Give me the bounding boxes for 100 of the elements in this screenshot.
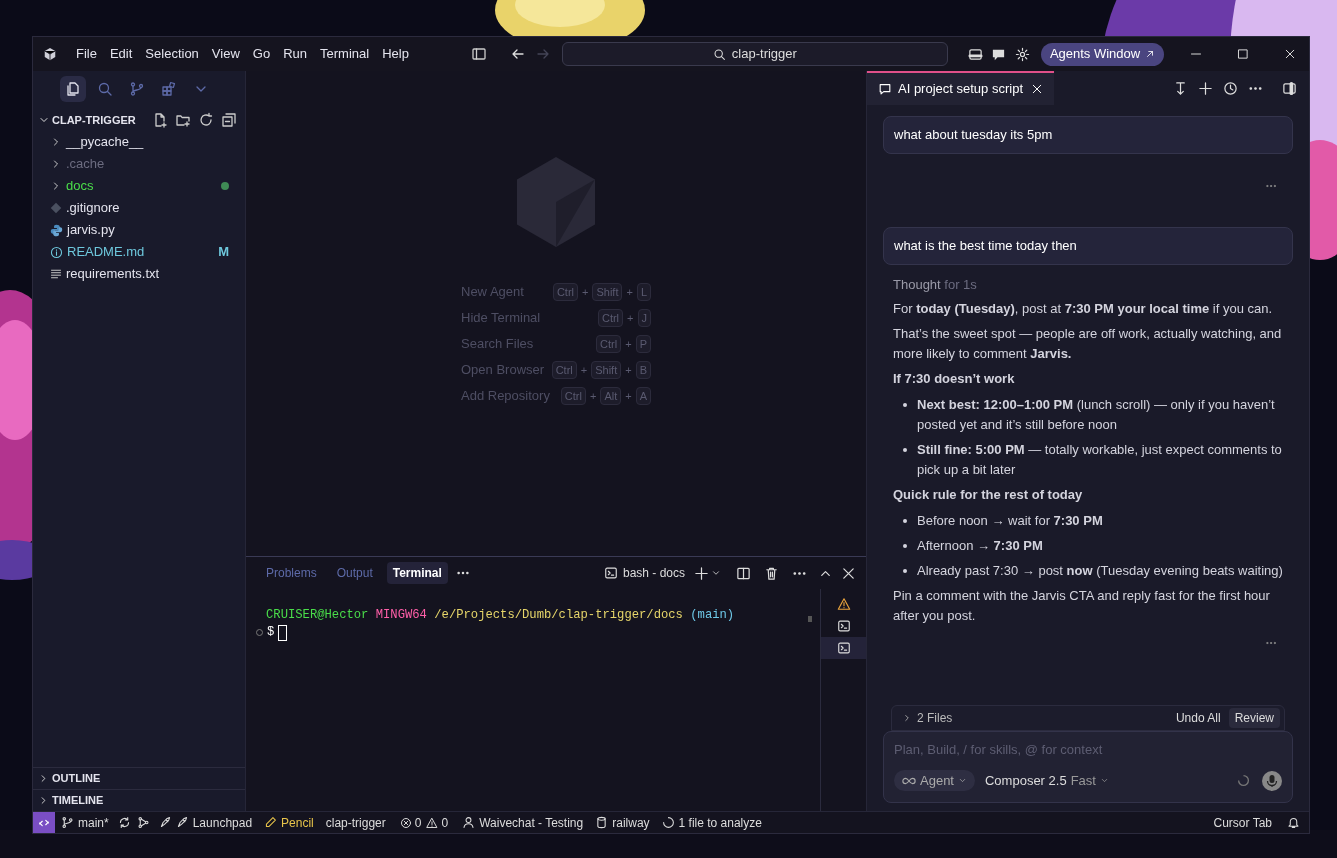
bullet-icon <box>903 403 907 407</box>
collapse-all-icon[interactable] <box>221 112 237 128</box>
explorer-title: CLAP-TRIGGER <box>52 112 136 128</box>
file-tree-item[interactable]: jarvis.py <box>33 219 245 241</box>
sidebar-toggle-icon[interactable] <box>470 46 487 62</box>
git-status-label: M <box>218 243 229 262</box>
undo-all-button[interactable]: Undo All <box>1170 708 1226 728</box>
status-item[interactable]: Pencil <box>258 813 320 832</box>
key-cap: Ctrl <box>551 361 577 379</box>
model-selector[interactable]: Composer 2.5 Fast <box>985 770 1109 791</box>
scrollbar-thumb <box>808 616 812 622</box>
menu-item[interactable]: Run <box>277 42 313 66</box>
files-changed-toggle[interactable]: 2 Files <box>902 708 953 728</box>
thought-label[interactable]: Thought for 1s <box>893 275 1283 295</box>
plus-sign: + <box>625 336 632 352</box>
cube-logo-icon <box>517 157 595 247</box>
trash-icon[interactable] <box>764 565 779 581</box>
scroll-down-icon[interactable] <box>1173 80 1188 96</box>
file-tree-item[interactable]: .gitignore <box>33 197 245 219</box>
plus-sign: + <box>589 388 597 404</box>
branch-icon <box>61 816 74 829</box>
files-tab-icon[interactable] <box>60 76 86 102</box>
panel-icon[interactable] <box>967 46 983 62</box>
status-item[interactable]: 1 file to analyze <box>655 813 768 832</box>
new-file-icon[interactable] <box>152 112 168 128</box>
panel-tab[interactable]: Problems <box>260 562 323 584</box>
maximize-icon[interactable] <box>1237 48 1250 60</box>
split-icon[interactable] <box>736 565 751 581</box>
key-cap: L <box>636 283 651 301</box>
menu-item[interactable]: Go <box>246 42 277 66</box>
panel-tab[interactable]: Output <box>330 562 379 584</box>
microphone-icon[interactable] <box>1262 770 1282 791</box>
menu-item[interactable]: Edit <box>103 42 139 66</box>
chat-tab[interactable]: AI project setup script <box>867 71 1054 105</box>
key-cap: Ctrl <box>560 387 586 405</box>
key-cap: Ctrl <box>596 335 622 353</box>
status-item[interactable]: clap-trigger <box>319 813 392 832</box>
agent-mode-button[interactable]: Agent <box>894 770 975 791</box>
shortcut-label: Open Browser <box>461 361 545 380</box>
plus-icon[interactable] <box>1198 80 1213 96</box>
menu-item[interactable]: File <box>70 42 103 66</box>
new-terminal-icon[interactable] <box>694 565 709 581</box>
refresh-icon[interactable] <box>198 112 214 128</box>
chevron-icon <box>1099 776 1109 785</box>
status-item[interactable]: Waivechat - Testing <box>456 813 590 832</box>
close-icon[interactable] <box>841 565 856 581</box>
key-cap: J <box>637 309 651 327</box>
user-message: what about tuesday its 5pm <box>883 116 1293 154</box>
composer-box[interactable]: Plan, Build, / for skills, @ for context Agent Composer 2.5 Fast <box>883 731 1293 803</box>
error-icon <box>399 816 412 829</box>
terminal-prompt: CRUISER@Hector MINGW64 /e/Projects/Dumb/clap-trigger/docs (main) <box>266 607 735 624</box>
close-icon[interactable] <box>1284 48 1297 60</box>
key-cap: B <box>635 361 651 379</box>
list-item-text: Afternoon → 7:30 PM <box>917 537 1043 555</box>
new-folder-icon[interactable] <box>175 112 191 128</box>
bullet-icon <box>903 544 907 548</box>
section-heading: Quick rule for the rest of today <box>893 486 1084 504</box>
menu-item[interactable]: View <box>205 42 246 66</box>
terminal-selector[interactable]: bash - docs <box>603 564 685 582</box>
settings-icon[interactable] <box>1014 46 1030 62</box>
file-tree-item[interactable]: docs <box>33 175 245 197</box>
status-item[interactable]: Launchpad <box>152 813 259 832</box>
app-logo-icon <box>43 47 57 61</box>
plus-sign: + <box>626 284 633 300</box>
key-cap: Ctrl <box>597 309 624 327</box>
problems-indicator[interactable]: 0 0 <box>391 813 457 832</box>
spinner-icon <box>1237 774 1250 787</box>
file-tree-item[interactable]: requirements.txt <box>33 263 245 285</box>
history-icon[interactable] <box>1223 80 1238 96</box>
status-item[interactable]: Cursor Tab <box>1207 813 1278 832</box>
bullet-icon <box>903 569 907 573</box>
status-item[interactable]: railway <box>589 813 656 832</box>
search-field[interactable]: clap-trigger <box>561 42 948 66</box>
chevron-icon[interactable] <box>711 568 721 578</box>
review-button[interactable]: Review <box>1228 708 1280 728</box>
remote-icon[interactable] <box>33 811 55 833</box>
chat-icon <box>878 82 892 96</box>
paragraph: For today (Tuesday), post at 7:30 PM your local time if you can. <box>893 300 1274 318</box>
key-cap: Shift <box>591 361 622 379</box>
agents-window-button[interactable]: Agents Window <box>1040 42 1165 66</box>
file-tree-item[interactable]: README.md M <box>33 241 245 263</box>
list-item-text: Still fine: 5:00 PM — totally workable, just expect comments to pick up a bit later <box>917 441 1283 479</box>
close-icon[interactable] <box>1031 83 1043 95</box>
pencil-icon <box>264 816 278 829</box>
menu-item[interactable]: Selection <box>139 42 205 66</box>
section-header[interactable]: OUTLINE <box>33 767 245 789</box>
python-file-icon <box>50 223 63 237</box>
panel-toggle-icon[interactable] <box>1282 80 1297 96</box>
file-tree-item[interactable]: __pycache__ <box>33 131 245 153</box>
terminal-icon[interactable] <box>821 637 866 659</box>
shortcut-label: New Agent <box>461 283 524 302</box>
menu-item[interactable]: Help <box>376 42 415 66</box>
panel-tab[interactable]: Terminal <box>386 562 448 584</box>
cursor-block <box>278 624 288 641</box>
status-item[interactable]: main* <box>55 813 115 832</box>
menu-item[interactable]: Terminal <box>314 42 376 66</box>
prompt-symbol: $ <box>267 624 275 641</box>
plus-sign: + <box>627 310 634 326</box>
paragraph: That’s the sweet spot — people are off work, actually watching, and more likely to comment Jarvis. <box>893 325 1283 363</box>
warning-icon <box>426 816 439 829</box>
